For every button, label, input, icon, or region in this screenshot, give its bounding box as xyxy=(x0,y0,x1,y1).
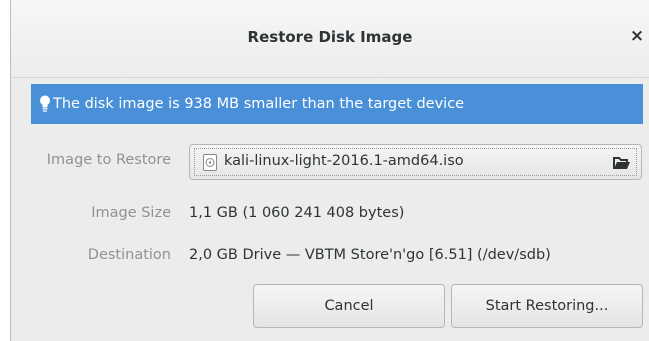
image-file-chooser-button[interactable]: kali-linux-light-2016.1-amd64.iso xyxy=(189,144,642,180)
image-size-value: 1,1 GB (1 060 241 408 bytes) xyxy=(189,205,405,221)
info-message: The disk image is 938 MB smaller than th… xyxy=(53,96,465,112)
cancel-button[interactable]: Cancel xyxy=(253,284,445,328)
disc-image-file-icon xyxy=(203,154,217,171)
lightbulb-icon xyxy=(40,95,50,112)
restore-disk-image-dialog: Restore Disk Image × The disk image is 9… xyxy=(10,0,649,341)
selected-file-name: kali-linux-light-2016.1-amd64.iso xyxy=(224,153,464,169)
close-button[interactable]: × xyxy=(625,24,649,48)
info-bar: The disk image is 938 MB smaller than th… xyxy=(31,84,643,124)
open-folder-icon xyxy=(613,157,630,169)
image-size-label: Image Size xyxy=(91,205,171,221)
destination-value: 2,0 GB Drive — VBTM Store'n'go [6.51] (/… xyxy=(189,247,551,263)
title-bar[interactable]: Restore Disk Image × xyxy=(11,0,649,78)
image-to-restore-label: Image to Restore xyxy=(46,152,171,168)
start-restoring-button[interactable]: Start Restoring... xyxy=(451,284,643,328)
dialog-title: Restore Disk Image xyxy=(247,28,413,46)
destination-label: Destination xyxy=(87,247,171,263)
